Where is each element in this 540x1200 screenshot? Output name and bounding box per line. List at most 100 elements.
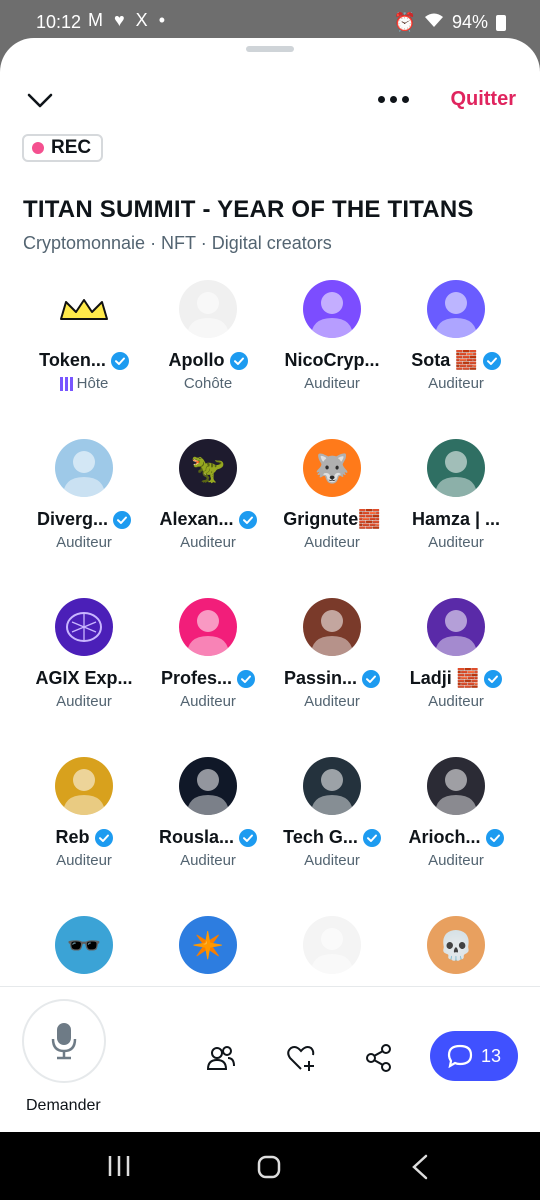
participant-name-row: Tech G...: [283, 827, 381, 848]
alarm-icon: ⏰: [393, 12, 416, 32]
avatar[interactable]: [427, 598, 485, 656]
participant-name-row: Grignute🧱: [283, 509, 380, 530]
participant-role: Auditeur: [56, 534, 112, 551]
participant-card[interactable]: Arioch... Auditeur: [394, 753, 518, 883]
back-icon[interactable]: [410, 1154, 430, 1180]
wifi-icon: [424, 12, 444, 33]
more-icon[interactable]: [378, 96, 409, 103]
avatar[interactable]: [55, 757, 113, 815]
avatar[interactable]: ✴️: [179, 916, 237, 974]
rec-label: REC: [51, 137, 92, 158]
avatar[interactable]: [303, 916, 361, 974]
recents-icon[interactable]: [106, 1154, 132, 1178]
participant-card[interactable]: Hamza | ... Auditeur: [394, 435, 518, 565]
participant-card[interactable]: Tech G... Auditeur: [270, 753, 394, 883]
participant-role: Cohôte: [184, 375, 232, 392]
role-label: Auditeur: [56, 693, 112, 710]
participant-card[interactable]: AGIX Exp... Auditeur: [22, 594, 146, 724]
participant-name-row: Sota 🧱: [411, 350, 501, 371]
verified-badge-icon: [362, 669, 381, 688]
avatar[interactable]: 🦖: [179, 439, 237, 497]
participant-role: Auditeur: [304, 693, 360, 710]
participant-name-row: Passin...: [283, 668, 381, 689]
notification-icons: M ♥ X •: [88, 10, 168, 30]
participant-card[interactable]: 🐺 Grignute🧱 Auditeur: [270, 435, 394, 565]
space-title: TITAN SUMMIT - YEAR OF THE TITANS: [23, 196, 474, 223]
space-sheet: Quitter REC TITAN SUMMIT - YEAR OF THE T…: [0, 38, 540, 1132]
avatar[interactable]: [303, 757, 361, 815]
participant-name-row: Hamza | ...: [412, 509, 500, 530]
participant-name: Apollo: [168, 350, 225, 370]
participant-role: Auditeur: [428, 852, 484, 869]
participant-name: Token...: [39, 350, 106, 370]
participant-card[interactable]: Diverg... Auditeur: [22, 435, 146, 565]
avatar[interactable]: [303, 280, 361, 338]
request-mic-button[interactable]: [22, 999, 106, 1083]
role-label: Auditeur: [180, 852, 236, 869]
participant-name: Passin...: [283, 668, 358, 688]
participant-name: Arioch...: [408, 827, 481, 847]
avatar[interactable]: 🐺: [303, 439, 361, 497]
verified-badge-icon: [238, 510, 257, 529]
participant-role: Auditeur: [180, 693, 236, 710]
role-label: Cohôte: [183, 375, 233, 392]
participant-name: Hamza | ...: [411, 509, 501, 529]
people-icon[interactable]: [206, 1043, 236, 1073]
verified-badge-icon: [484, 669, 503, 688]
participant-name-row: NicoCryp...: [284, 350, 379, 371]
participant-card[interactable]: Profes... Auditeur: [146, 594, 270, 724]
participant-card[interactable]: 🦖 Alexan... Auditeur: [146, 435, 270, 565]
avatar[interactable]: [179, 757, 237, 815]
chat-bubble-icon: [447, 1044, 473, 1068]
avatar[interactable]: [55, 598, 113, 656]
participant-card[interactable]: Passin... Auditeur: [270, 594, 394, 724]
share-icon[interactable]: [364, 1043, 394, 1073]
avatar[interactable]: [427, 439, 485, 497]
participant-name: Grignute🧱: [283, 509, 381, 529]
heart-plus-icon[interactable]: [286, 1043, 316, 1073]
microphone-icon: [51, 1023, 77, 1060]
role-label: Auditeur: [304, 534, 360, 551]
chat-button[interactable]: 13: [430, 1031, 518, 1081]
speaker-bars-icon: [59, 376, 73, 391]
home-icon[interactable]: [256, 1154, 282, 1180]
avatar[interactable]: 💀: [427, 916, 485, 974]
participant-role: Auditeur: [180, 852, 236, 869]
participant-card[interactable]: Reb Auditeur: [22, 753, 146, 883]
verified-badge-icon: [485, 828, 504, 847]
avatar[interactable]: 🕶️: [55, 916, 113, 974]
status-right: ⏰ 94%: [394, 12, 506, 33]
avatar[interactable]: [303, 598, 361, 656]
battery-level: 94%: [451, 12, 488, 32]
role-label: Auditeur: [428, 375, 484, 392]
avatar[interactable]: [179, 280, 237, 338]
participant-role: Auditeur: [428, 375, 484, 392]
avatar[interactable]: [179, 598, 237, 656]
participant-name-row: AGIX Exp...: [35, 668, 132, 689]
chat-count: 13: [480, 1045, 502, 1066]
participant-role: Auditeur: [56, 852, 112, 869]
role-label: Auditeur: [304, 852, 360, 869]
avatar[interactable]: [427, 280, 485, 338]
avatar[interactable]: [427, 757, 485, 815]
avatar[interactable]: [55, 280, 113, 338]
participant-card[interactable]: Sota 🧱 Auditeur: [394, 276, 518, 406]
role-label: Auditeur: [304, 693, 360, 710]
verified-badge-icon: [362, 828, 381, 847]
role-label: Hôte: [76, 375, 109, 392]
drag-handle[interactable]: [246, 46, 294, 52]
participant-name-row: Profes...: [161, 668, 256, 689]
verified-badge-icon: [482, 351, 501, 370]
participant-card[interactable]: Apollo Cohôte: [146, 276, 270, 406]
avatar[interactable]: [55, 439, 113, 497]
participant-card[interactable]: Token... Hôte: [22, 276, 146, 406]
chevron-down-icon[interactable]: [26, 86, 54, 114]
role-label: Auditeur: [180, 693, 236, 710]
participant-card[interactable]: NicoCryp... Auditeur: [270, 276, 394, 406]
status-time: 10:12: [36, 12, 82, 32]
verified-badge-icon: [110, 351, 129, 370]
quit-button[interactable]: Quitter: [450, 88, 516, 111]
participant-card[interactable]: Ladji 🧱 Auditeur: [394, 594, 518, 724]
participant-card[interactable]: Rousla... Auditeur: [146, 753, 270, 883]
battery-icon: [496, 14, 506, 31]
